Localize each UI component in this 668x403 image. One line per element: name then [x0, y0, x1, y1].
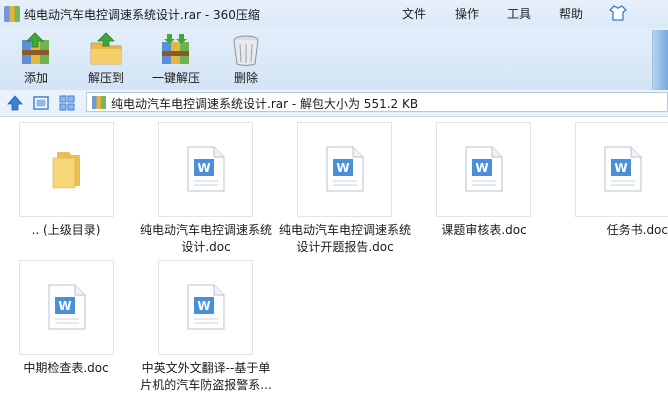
- file-name: 任务书.doc: [606, 223, 668, 237]
- file-thumbnail: W: [575, 122, 668, 217]
- svg-text:W: W: [58, 299, 71, 313]
- folder-extract-icon: [90, 32, 122, 65]
- delete-button[interactable]: 删除: [216, 28, 276, 88]
- window-title: 纯电动汽车电控调速系统设计.rar - 360压缩: [24, 8, 260, 22]
- menu-operation[interactable]: 操作: [455, 5, 479, 22]
- file-item-doc[interactable]: W 纯电动汽车电控调速系统设计.doc: [140, 122, 272, 262]
- archive-app-icon: [4, 6, 20, 22]
- menu-tools[interactable]: 工具: [507, 5, 531, 22]
- file-name: 纯电动汽车电控调速系统设计开题报告.doc: [279, 223, 412, 254]
- file-thumbnail: W: [297, 122, 392, 217]
- svg-text:W: W: [197, 299, 210, 313]
- file-item-parent-folder[interactable]: .. (上级目录): [0, 122, 132, 262]
- side-panel-edge: [652, 30, 668, 90]
- file-name: 中期检查表.doc: [23, 361, 109, 375]
- file-item-doc[interactable]: W 课题审核表.doc: [418, 122, 550, 262]
- one-click-extract-icon: [162, 34, 189, 64]
- svg-text:W: W: [475, 161, 488, 175]
- extract-to-label: 解压到: [87, 71, 124, 85]
- delete-label: 删除: [233, 71, 258, 85]
- svg-text:W: W: [336, 161, 349, 175]
- add-button[interactable]: 添加: [6, 28, 66, 88]
- folder-icon: [52, 152, 80, 189]
- menu-help[interactable]: 帮助: [559, 5, 583, 22]
- rar-file-icon: [92, 96, 106, 109]
- file-thumbnail: W: [158, 260, 253, 355]
- address-path: 纯电动汽车电控调速系统设计.rar - 解包大小为 551.2 KB: [111, 97, 419, 111]
- svg-text:W: W: [197, 161, 210, 175]
- file-name: .. (上级目录): [31, 223, 101, 237]
- file-item-doc[interactable]: W 任务书.doc: [556, 122, 668, 262]
- one-click-extract-button[interactable]: 一键解压: [146, 28, 206, 88]
- file-thumbnail: W: [19, 260, 114, 355]
- address-field[interactable]: 纯电动汽车电控调速系统设计.rar - 解包大小为 551.2 KB: [86, 92, 668, 112]
- file-thumbnail: [19, 122, 114, 217]
- large-icon-view-icon[interactable]: [32, 94, 50, 112]
- one-click-extract-label: 一键解压: [151, 71, 200, 85]
- toolbar: 添加 解压到 一键解压 删除: [0, 28, 668, 90]
- menu-file[interactable]: 文件: [402, 5, 426, 22]
- file-name: 中英文外文翻译--基于单片机的汽车防盗报警系...: [140, 361, 272, 392]
- title-bar: 纯电动汽车电控调速系统设计.rar - 360压缩 文件 操作 工具 帮助: [0, 0, 668, 28]
- skin-shirt-icon[interactable]: [609, 4, 627, 22]
- trash-bin-icon: [233, 35, 259, 66]
- svg-text:W: W: [614, 161, 627, 175]
- word-doc-icon: W: [187, 146, 225, 192]
- file-name: 课题审核表.doc: [441, 223, 527, 237]
- word-doc-icon: W: [604, 146, 642, 192]
- file-thumbnail: W: [436, 122, 531, 217]
- address-bar: 纯电动汽车电控调速系统设计.rar - 解包大小为 551.2 KB: [0, 90, 668, 117]
- word-doc-icon: W: [187, 284, 225, 330]
- extract-to-button[interactable]: 解压到: [76, 28, 136, 88]
- word-doc-icon: W: [48, 284, 86, 330]
- file-name: 纯电动汽车电控调速系统设计.doc: [140, 223, 273, 254]
- file-item-doc[interactable]: W 中期检查表.doc: [0, 260, 132, 400]
- grid-view-icon[interactable]: [58, 94, 76, 112]
- add-archive-icon: [22, 32, 49, 64]
- file-item-doc[interactable]: W 中英文外文翻译--基于单片机的汽车防盗报警系...: [140, 260, 272, 400]
- up-arrow-icon[interactable]: [6, 94, 24, 112]
- word-doc-icon: W: [465, 146, 503, 192]
- add-label: 添加: [23, 71, 48, 85]
- word-doc-icon: W: [326, 146, 364, 192]
- file-thumbnail: W: [158, 122, 253, 217]
- file-item-doc[interactable]: W 纯电动汽车电控调速系统设计开题报告.doc: [279, 122, 411, 262]
